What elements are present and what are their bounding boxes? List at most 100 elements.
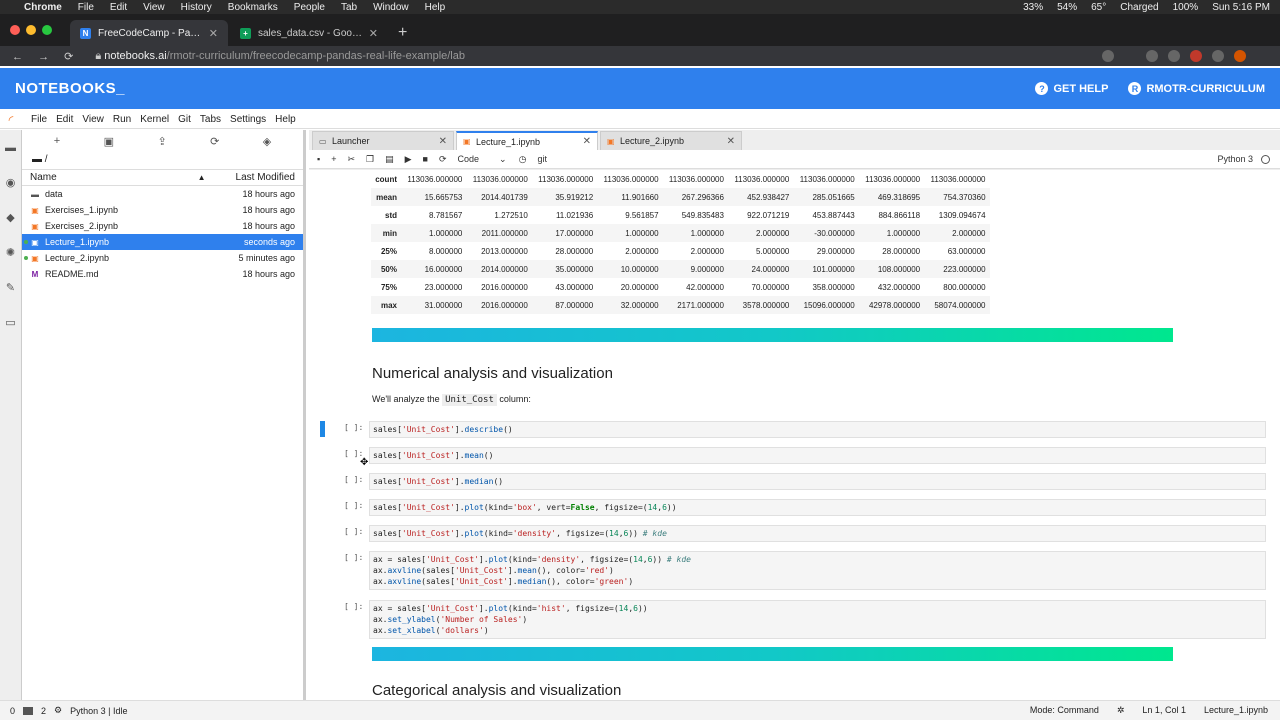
menu-view[interactable]: View: [82, 114, 104, 125]
breadcrumb[interactable]: ▬ /: [22, 152, 303, 168]
macos-menu-tab[interactable]: Tab: [341, 2, 357, 13]
back-icon[interactable]: ←: [12, 51, 23, 63]
browser-tab[interactable]: N FreeCodeCamp - Pandas Real Li... ✕: [70, 20, 228, 46]
new-tab-button[interactable]: +: [390, 20, 415, 46]
folder-icon[interactable]: ▬: [0, 130, 21, 165]
menu-settings[interactable]: Settings: [230, 114, 266, 125]
extension-icon[interactable]: [1146, 50, 1158, 62]
palette-icon[interactable]: ✺: [0, 235, 21, 270]
close-tab-icon[interactable]: ✕: [369, 27, 378, 40]
current-file[interactable]: Lecture_1.ipynb: [1204, 705, 1268, 716]
run-icon[interactable]: ▶: [405, 154, 412, 165]
maximize-window-button[interactable]: [42, 25, 52, 35]
close-tab-icon[interactable]: ✕: [727, 136, 735, 147]
document-tab[interactable]: ▣ Lecture_1.ipynb ✕: [456, 131, 598, 150]
cursor-position[interactable]: Ln 1, Col 1: [1142, 705, 1186, 716]
file-list-item[interactable]: ▣ Exercises_2.ipynb 18 hours ago: [22, 218, 303, 234]
save-icon[interactable]: ▪: [317, 154, 320, 164]
macos-menu-bookmarks[interactable]: Bookmarks: [228, 2, 278, 13]
macos-menu-people[interactable]: People: [294, 2, 325, 13]
menu-icon[interactable]: [1256, 50, 1268, 62]
column-modified-header[interactable]: Last Modified: [236, 172, 295, 183]
restart-icon[interactable]: ⟳: [439, 154, 447, 165]
kernel-status[interactable]: Python 3 | Idle: [70, 706, 127, 716]
forward-icon[interactable]: →: [38, 51, 49, 63]
menu-tabs[interactable]: Tabs: [200, 114, 221, 125]
extension-icon[interactable]: [1168, 50, 1180, 62]
extension-icon[interactable]: [1102, 50, 1114, 62]
status-item[interactable]: Charged: [1120, 2, 1158, 13]
insert-cell-icon[interactable]: +: [331, 154, 336, 164]
status-item[interactable]: 33%: [1023, 2, 1043, 13]
sort-arrow-icon[interactable]: ▲: [198, 173, 206, 182]
stop-icon[interactable]: ■: [423, 154, 428, 164]
cell-source[interactable]: sales['Unit_Cost'].mean(): [369, 447, 1266, 464]
menu-git[interactable]: Git: [178, 114, 191, 125]
menu-kernel[interactable]: Kernel: [140, 114, 169, 125]
macos-menu-history[interactable]: History: [181, 2, 212, 13]
running-icon[interactable]: ◉: [0, 165, 21, 200]
status-item[interactable]: 54%: [1057, 2, 1077, 13]
get-help-button[interactable]: ? GET HELP: [1035, 82, 1108, 95]
cell-type-select[interactable]: Code ⌄: [458, 154, 507, 165]
extension-icon[interactable]: [1212, 50, 1224, 62]
git-diff-button[interactable]: git: [537, 154, 547, 164]
file-list-item[interactable]: M README.md 18 hours ago: [22, 266, 303, 282]
git-icon[interactable]: ◆: [0, 200, 21, 235]
column-name-header[interactable]: Name: [30, 172, 198, 183]
macos-menu-file[interactable]: File: [78, 2, 94, 13]
macos-menu-help[interactable]: Help: [425, 2, 446, 13]
menu-edit[interactable]: Edit: [56, 114, 73, 125]
cell-source[interactable]: sales['Unit_Cost'].plot(kind='density', …: [369, 525, 1266, 542]
copy-icon[interactable]: ❐: [366, 154, 374, 165]
browser-tab[interactable]: + sales_data.csv - Google Sheets ✕: [230, 20, 388, 46]
minimize-window-button[interactable]: [26, 25, 36, 35]
bug-icon[interactable]: ✲: [1117, 705, 1125, 716]
tabs-icon[interactable]: ▭: [0, 305, 21, 340]
new-launcher-icon[interactable]: +: [54, 135, 60, 147]
cell-source[interactable]: sales['Unit_Cost'].plot(kind='box', vert…: [369, 499, 1266, 516]
cell-source[interactable]: sales['Unit_Cost'].describe(): [369, 421, 1266, 438]
macos-menu-edit[interactable]: Edit: [110, 2, 127, 13]
document-tab[interactable]: ▭ Launcher ✕: [312, 131, 454, 150]
reload-icon[interactable]: ⟳: [64, 51, 73, 63]
user-menu-button[interactable]: R RMOTR-CURRICULUM: [1128, 82, 1265, 95]
terminals-count[interactable]: 0: [10, 706, 15, 716]
paste-icon[interactable]: ▤: [385, 154, 394, 165]
notebooks-logo[interactable]: NOTEBOOKS_: [15, 80, 125, 97]
close-tab-icon[interactable]: ✕: [209, 27, 218, 40]
cell-source[interactable]: sales['Unit_Cost'].median(): [369, 473, 1266, 490]
close-tab-icon[interactable]: ✕: [439, 136, 447, 147]
wrench-icon[interactable]: ✎: [0, 270, 21, 305]
cut-icon[interactable]: ✂: [347, 154, 355, 165]
url-field[interactable]: 🔒︎ notebooks.ai/rmotr-curriculum/freecod…: [95, 50, 465, 63]
menu-file[interactable]: File: [31, 114, 47, 125]
macos-menu-window[interactable]: Window: [373, 2, 409, 13]
close-tab-icon[interactable]: ✕: [583, 136, 591, 147]
bookmark-star-icon[interactable]: [1124, 50, 1136, 62]
refresh-icon[interactable]: ⟳: [210, 135, 219, 148]
status-item[interactable]: Sun 5:16 PM: [1212, 2, 1270, 13]
cell-source[interactable]: ax = sales['Unit_Cost'].plot(kind='hist'…: [369, 600, 1266, 639]
kernels-count[interactable]: 2: [41, 706, 46, 716]
notebook-panel[interactable]: count 113036.000000 113036.000000 113036.00…: [309, 170, 1280, 700]
file-list-item[interactable]: ▣ Lecture_2.ipynb 5 minutes ago: [22, 250, 303, 266]
menu-help[interactable]: Help: [275, 114, 296, 125]
git-clone-icon[interactable]: ◈: [263, 135, 271, 148]
new-folder-icon[interactable]: ▣: [104, 135, 114, 148]
cell-source[interactable]: ax = sales['Unit_Cost'].plot(kind='densi…: [369, 551, 1266, 590]
upload-icon[interactable]: ⇪: [157, 135, 166, 148]
app-menu-chrome[interactable]: Chrome: [24, 2, 62, 13]
close-window-button[interactable]: [10, 25, 20, 35]
macos-menu-view[interactable]: View: [143, 2, 165, 13]
clock-icon[interactable]: ◷: [519, 154, 527, 165]
file-list-item[interactable]: ▣ Exercises_1.ipynb 18 hours ago: [22, 202, 303, 218]
file-list-item[interactable]: ▬ data 18 hours ago: [22, 186, 303, 202]
kernel-indicator[interactable]: Python 3: [1217, 154, 1270, 164]
menu-run[interactable]: Run: [113, 114, 131, 125]
status-item[interactable]: 100%: [1173, 2, 1199, 13]
document-tab[interactable]: ▣ Lecture_2.ipynb ✕: [600, 131, 742, 150]
extension-icon[interactable]: [1190, 50, 1202, 62]
status-item[interactable]: 65°: [1091, 2, 1106, 13]
profile-avatar[interactable]: [1234, 50, 1246, 62]
